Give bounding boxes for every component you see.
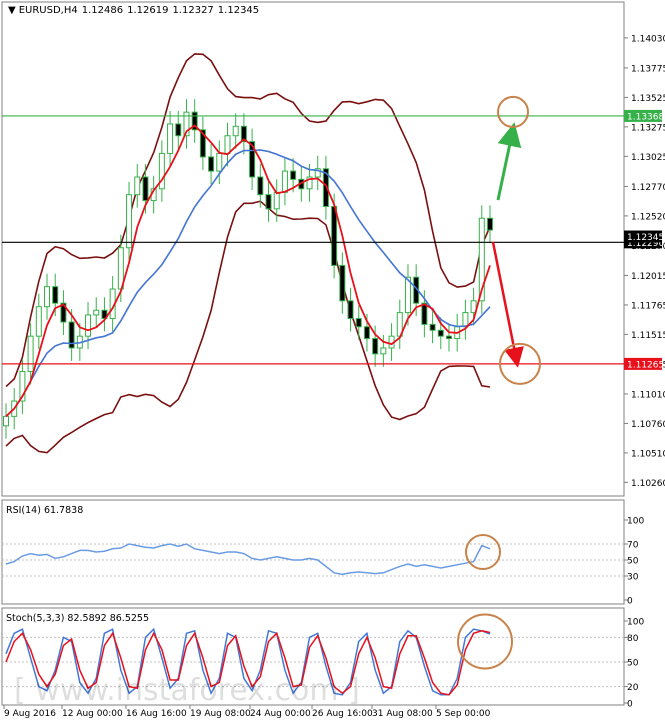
stoch-label: Stoch(5,3,3) 82.5892 86.5255	[6, 613, 149, 624]
candle-body	[437, 329, 444, 337]
candle-body	[363, 326, 370, 340]
indicator-tick-label: 50	[627, 659, 639, 669]
candle-body	[445, 335, 452, 340]
candle-body	[257, 176, 264, 196]
candle-body	[27, 335, 34, 373]
candle-body	[93, 309, 100, 316]
candle-body	[347, 300, 354, 319]
candle-body	[216, 152, 223, 172]
time-tick-label: 19 Aug 08:00	[190, 709, 251, 719]
indicator-tick-label: 100	[627, 618, 644, 628]
time-tick-label: 31 Aug 08:00	[372, 709, 433, 719]
price-tick-label: 1.13525	[631, 94, 665, 104]
main-panel	[1, 1, 625, 497]
price-axis: 1.14030 1.13775 1.13525 1.13275 1.13025 1.127…	[624, 34, 665, 489]
candle-body	[429, 323, 436, 331]
candle-body	[462, 312, 469, 328]
title-arrow-icon: ▼	[8, 5, 16, 16]
price-tick-label: 1.11515	[631, 331, 665, 341]
price-tick-label: 1.12770	[631, 183, 665, 193]
open-value: 1.12486	[82, 5, 123, 16]
indicator-tick-label: 20	[627, 683, 639, 693]
indicator-tick-label: 70	[627, 541, 639, 551]
indicator-tick-label: 0	[627, 597, 633, 607]
candle-body	[273, 191, 280, 210]
price-tick-label: 1.14030	[631, 34, 665, 44]
price-tick-label: 1.11765	[631, 301, 665, 311]
candle-body	[175, 123, 182, 137]
low-value: 1.12327	[172, 5, 213, 16]
candle-body	[355, 317, 362, 328]
time-tick-label: 24 Aug 00:00	[250, 709, 311, 719]
indicator-tick-label: 0	[627, 700, 633, 710]
indicator-tick-label: 50	[627, 557, 639, 567]
candle-body	[126, 194, 133, 249]
candle-body	[421, 302, 428, 325]
time-tick-label: 12 Aug 00:00	[62, 709, 123, 719]
indicator-tick-label: 80	[627, 634, 639, 644]
chart-svg: 1.14030 1.13775 1.13525 1.13275 1.13025 1.127…	[1, 1, 665, 719]
candle-body	[290, 170, 297, 180]
price-tick-label: 1.12015	[631, 272, 665, 282]
watermark: [ www.instaforex.com ]	[14, 673, 360, 708]
indicator-tick-label: 30	[627, 573, 639, 583]
price-tick-label: 1.12520	[631, 212, 665, 222]
candle-body	[167, 123, 174, 154]
candle-body	[85, 314, 92, 337]
current-price-label: 1.12345	[627, 233, 664, 243]
chart-window: 1.14030 1.13775 1.13525 1.13275 1.13025 1.127…	[0, 0, 665, 723]
candle-body	[3, 415, 9, 427]
rsi-label: RSI(14) 61.7838	[6, 505, 83, 516]
candle-body	[134, 176, 141, 196]
indicator-tick-label: 100	[627, 517, 644, 527]
candle-body	[208, 156, 215, 172]
candle-body	[265, 194, 272, 210]
candle-body	[44, 286, 51, 308]
candle-body	[487, 217, 493, 231]
candle-body	[224, 135, 231, 154]
candle-body	[52, 286, 59, 304]
candle-body	[35, 306, 42, 337]
close-value: 1.12345	[218, 5, 259, 16]
time-tick-label: 5 Sep 00:00	[436, 709, 491, 719]
time-tick-label: 9 Aug 2016	[4, 709, 56, 719]
price-tick-label: 1.10260	[631, 479, 665, 489]
price-tick-label: 1.13775	[631, 64, 665, 74]
price-tick-label: 1.13275	[631, 123, 665, 133]
symbol-title: ▼ EURUSD,H4 1.12486 1.12619 1.12327 1.12345	[8, 5, 259, 16]
candle-body	[339, 264, 346, 302]
candle-body	[142, 176, 149, 202]
price-tick-label: 1.10510	[631, 449, 665, 459]
price-tick-label: 1.11010	[631, 390, 665, 400]
candle-body	[380, 347, 387, 355]
candle-body	[331, 205, 338, 266]
price-tick-label: 1.10760	[631, 420, 665, 430]
high-value: 1.12619	[127, 5, 168, 16]
level-label: 1.11265	[627, 360, 664, 370]
time-tick-label: 26 Aug 16:00	[312, 709, 373, 719]
level-label: 1.13368	[627, 112, 664, 122]
candle-body	[232, 125, 239, 137]
symbol-label: EURUSD,H4	[19, 5, 78, 16]
price-tick-label: 1.13025	[631, 153, 665, 163]
candle-body	[281, 170, 288, 193]
time-tick-label: 16 Aug 16:00	[126, 709, 187, 719]
candle-body	[372, 338, 379, 355]
